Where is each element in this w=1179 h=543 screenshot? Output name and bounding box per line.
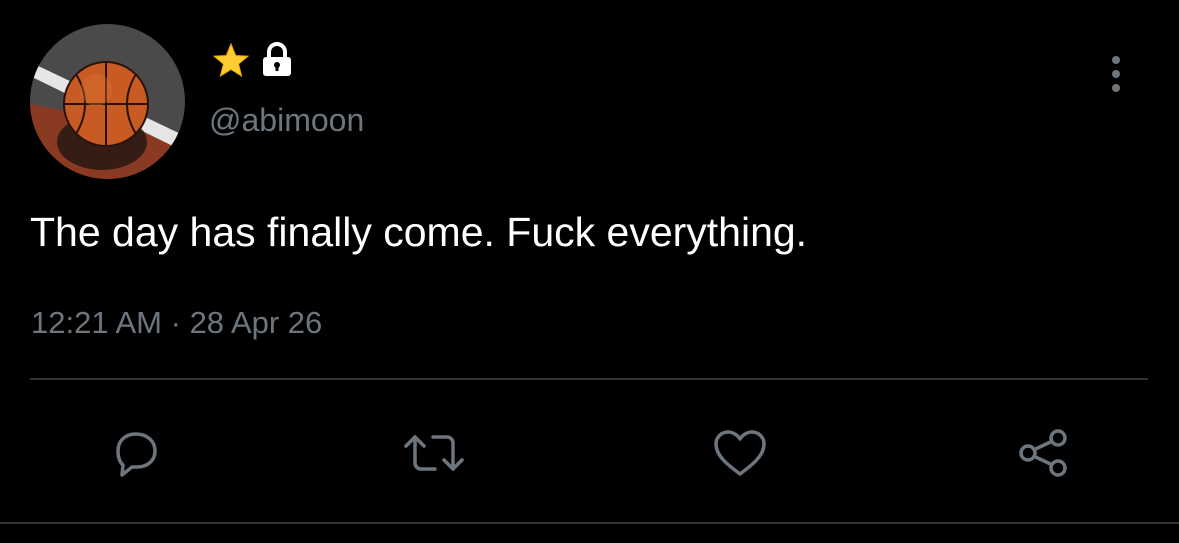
share-button[interactable]	[1011, 420, 1077, 486]
like-button[interactable]	[707, 420, 773, 486]
divider	[30, 378, 1148, 380]
user-badges	[212, 42, 294, 78]
share-icon	[1019, 429, 1067, 477]
meta-separator: ·	[170, 305, 181, 340]
bottom-divider	[0, 522, 1179, 524]
user-handle[interactable]: @abimoon	[209, 100, 364, 140]
reply-button[interactable]	[103, 420, 169, 486]
tweet-date: 28 Apr 26	[189, 305, 323, 340]
more-options-button[interactable]	[1096, 52, 1136, 96]
retweet-icon	[404, 435, 464, 471]
reply-icon	[116, 432, 157, 477]
more-dot-icon	[1112, 84, 1120, 92]
tweet-time: 12:21 AM	[31, 305, 162, 340]
avatar[interactable]	[30, 24, 185, 179]
retweet-button[interactable]	[401, 420, 467, 486]
star-icon	[212, 42, 250, 78]
more-dot-icon	[1112, 70, 1120, 78]
tweet-text: The day has finally come. Fuck everythin…	[30, 209, 808, 255]
tweet-timestamp: 12:21 AM · 28 Apr 26	[31, 303, 322, 343]
heart-icon	[714, 430, 766, 476]
basketball-avatar-image	[30, 24, 185, 179]
more-dot-icon	[1112, 56, 1120, 64]
lock-icon	[263, 42, 291, 76]
